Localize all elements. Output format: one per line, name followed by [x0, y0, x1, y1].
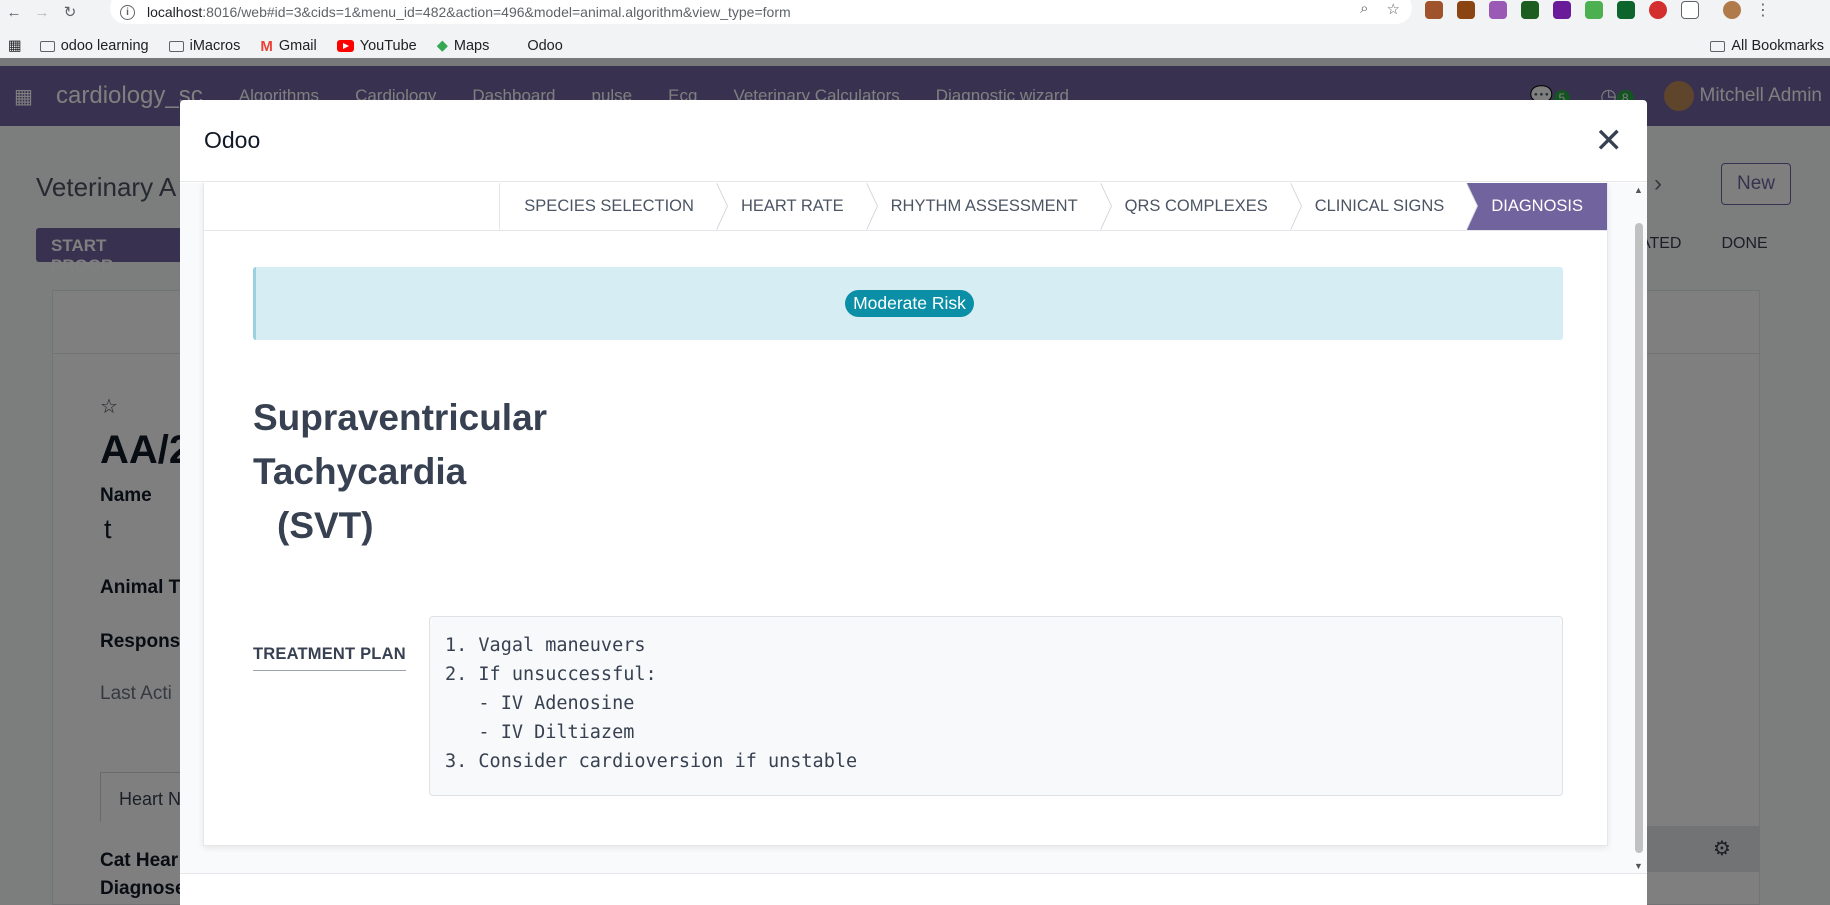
extension-icon[interactable]: [1649, 1, 1667, 19]
bookmark-gmail[interactable]: M Gmail: [260, 38, 316, 55]
bookmark-youtube[interactable]: YouTube: [336, 38, 417, 54]
url-host: localhost: [147, 4, 203, 20]
treatment-plan-field[interactable]: 1. Vagal maneuvers 2. If unsuccessful: -…: [429, 616, 1563, 796]
wizard-dialog: Odoo ✕ SPECIES SELECTION HEART RATE RHYT…: [180, 100, 1647, 905]
profile-avatar[interactable]: [1723, 1, 1741, 19]
extension-icon[interactable]: [1489, 1, 1507, 19]
extension-icon[interactable]: [1617, 1, 1635, 19]
step-diagnosis[interactable]: DIAGNOSIS: [1466, 183, 1607, 230]
apps-grid-icon[interactable]: ▦: [8, 38, 22, 54]
maps-icon: ◆: [436, 38, 448, 54]
extensions-bar: ⋮: [1425, 0, 1771, 20]
scroll-up-icon[interactable]: ▲: [1634, 185, 1643, 195]
extension-icon[interactable]: [1457, 1, 1475, 19]
step-qrs-complexes[interactable]: QRS COMPLEXES: [1099, 183, 1302, 230]
site-info-icon[interactable]: i: [120, 4, 135, 20]
scroll-thumb[interactable]: [1635, 223, 1643, 853]
all-bookmarks[interactable]: All Bookmarks: [1710, 38, 1824, 54]
address-bar[interactable]: i localhost:8016/web#id=3&cids=1&menu_id…: [110, 0, 1412, 24]
puzzle-icon[interactable]: [1681, 1, 1699, 19]
diagnosis-title: Supraventricular Tachycardia (SVT): [253, 391, 547, 553]
reload-icon[interactable]: ↻: [56, 3, 84, 21]
step-clinical-signs[interactable]: CLINICAL SIGNS: [1289, 183, 1478, 230]
url-text[interactable]: localhost:8016/web#id=3&cids=1&menu_id=4…: [147, 4, 791, 20]
bookmark-star-icon[interactable]: ☆: [1387, 0, 1400, 18]
extension-icon[interactable]: [1425, 1, 1443, 19]
folder-icon: [168, 40, 184, 52]
folder-icon: [1710, 40, 1726, 52]
wizard-statusbar: SPECIES SELECTION HEART RATE RHYTHM ASSE…: [204, 183, 1607, 231]
close-icon[interactable]: ✕: [1595, 124, 1624, 158]
forward-icon[interactable]: →: [28, 4, 56, 21]
bookmark-imacros[interactable]: iMacros: [168, 38, 240, 54]
step-species-selection[interactable]: SPECIES SELECTION: [499, 183, 728, 230]
url-path: :8016/web#id=3&cids=1&menu_id=482&action…: [202, 4, 791, 20]
diagnosis-title-line: Tachycardia: [253, 451, 467, 492]
dialog-header: Odoo ✕: [180, 100, 1647, 182]
step-heart-rate[interactable]: HEART RATE: [715, 183, 878, 230]
scroll-down-icon[interactable]: ▼: [1634, 861, 1643, 871]
diagnosis-title-line: Supraventricular: [253, 397, 548, 438]
risk-badge: Moderate Risk: [845, 290, 974, 317]
folder-icon: [39, 40, 55, 52]
bookmarks-bar: ▦ odoo learning iMacros M Gmail YouTube ◆…: [0, 34, 1830, 58]
more-menu-icon[interactable]: ⋮: [1755, 0, 1771, 20]
wizard-steps: SPECIES SELECTION HEART RATE RHYTHM ASSE…: [499, 183, 1607, 230]
extension-icon[interactable]: [1553, 1, 1571, 19]
dialog-scrollbar[interactable]: ▲ ▼: [1633, 183, 1645, 873]
dialog-footer: [180, 873, 1647, 905]
step-rhythm-assessment[interactable]: RHYTHM ASSESSMENT: [865, 183, 1112, 230]
treatment-plan-label: TREATMENT PLAN: [253, 645, 406, 671]
bookmark-maps[interactable]: ◆ Maps: [437, 38, 490, 54]
zoom-icon[interactable]: ⌕: [1360, 0, 1368, 18]
risk-alert: Moderate Risk: [253, 267, 1563, 340]
bookmark-odoo-learning[interactable]: odoo learning: [39, 38, 149, 54]
extension-icon[interactable]: [1521, 1, 1539, 19]
youtube-icon: [336, 40, 354, 52]
wizard-sheet: SPECIES SELECTION HEART RATE RHYTHM ASSE…: [203, 183, 1608, 846]
back-icon[interactable]: ←: [0, 4, 28, 21]
bookmark-odoo[interactable]: Odoo: [527, 38, 562, 54]
diagnosis-title-line: (SVT): [277, 505, 374, 546]
dialog-body: SPECIES SELECTION HEART RATE RHYTHM ASSE…: [180, 183, 1647, 873]
gmail-icon: M: [260, 37, 273, 55]
dialog-title: Odoo: [204, 127, 261, 153]
extension-icon[interactable]: [1585, 1, 1603, 19]
